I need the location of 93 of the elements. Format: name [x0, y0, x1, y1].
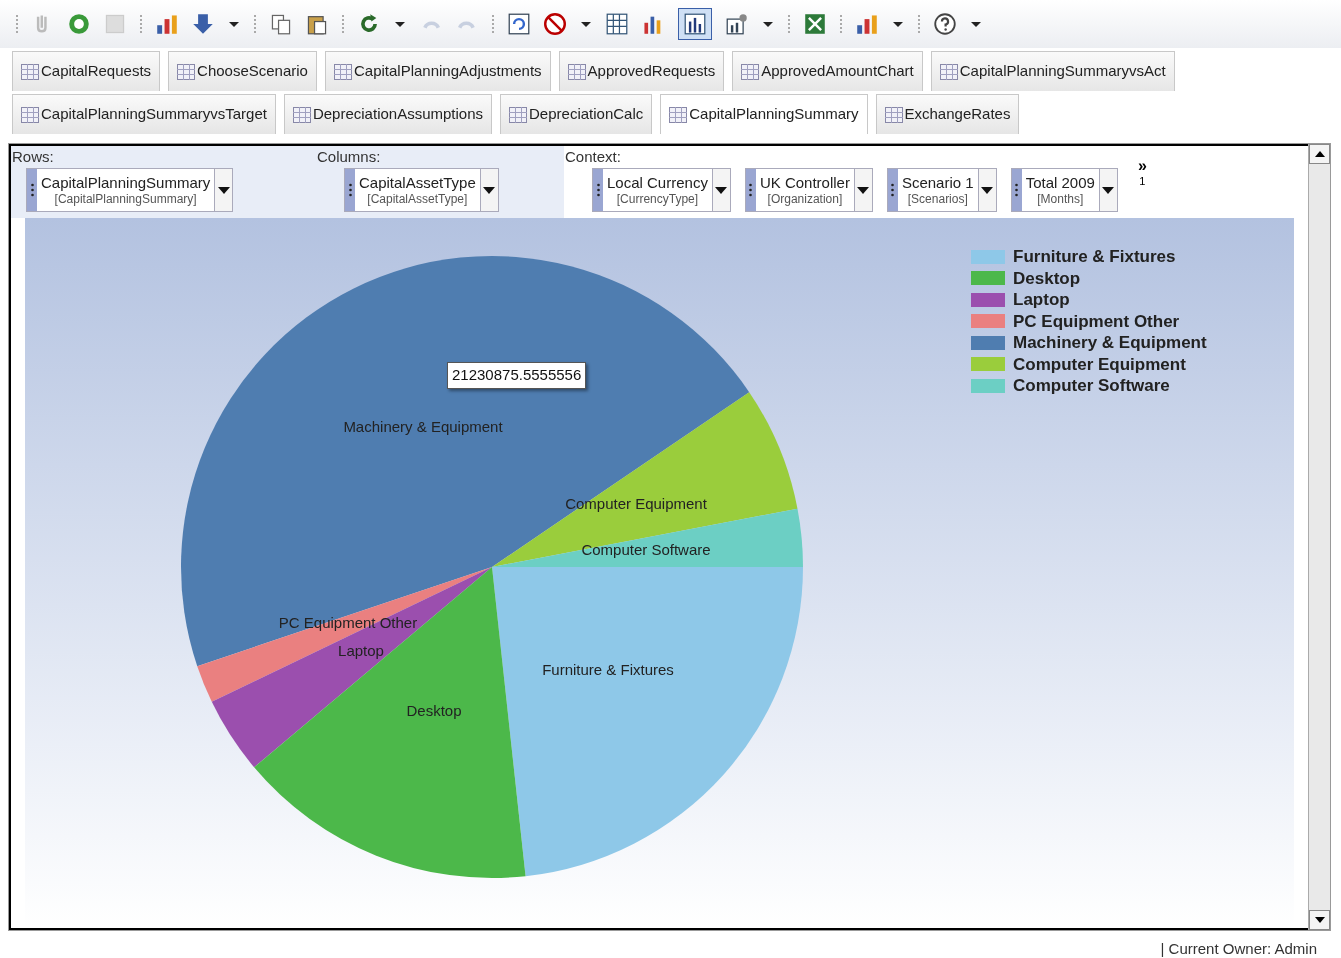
down-arrow-icon[interactable]	[192, 13, 214, 35]
dimension-label: [Organization]	[767, 191, 843, 207]
legend-label: Machinery & Equipment	[1013, 332, 1207, 354]
grip-icon	[30, 183, 34, 197]
table-icon	[884, 106, 903, 123]
dimension-label: [CapitalAssetType]	[367, 191, 468, 207]
scrollbar[interactable]	[1308, 144, 1330, 930]
section-label: Rows:	[12, 148, 54, 166]
no-entry-icon[interactable]	[544, 13, 566, 35]
section-label: Context:	[565, 148, 621, 166]
table-icon	[669, 106, 688, 123]
dimension-name: CapitalPlanningSummary	[41, 173, 211, 192]
table-icon	[939, 63, 958, 80]
table-icon	[509, 106, 528, 123]
pie-slice[interactable]	[211, 567, 492, 768]
legend-label: Computer Software	[1013, 375, 1170, 397]
dimension-chip[interactable]: CapitalPlanningSummary [CapitalPlanningSummary]	[26, 168, 234, 212]
caret-icon	[483, 186, 496, 194]
help-icon[interactable]	[934, 13, 956, 35]
table-icon	[21, 63, 39, 80]
slice-label: Desktop	[406, 701, 462, 719]
tab[interactable]: CapitalPlanningAdjustments	[324, 51, 551, 91]
caret-icon	[1102, 186, 1115, 194]
legend-label: PC Equipment Other	[1013, 310, 1180, 333]
up-arrow-icon	[1314, 151, 1325, 157]
dimension-label: [Months]	[1037, 191, 1084, 207]
value-tooltip: 21230875.5555556	[447, 362, 587, 389]
table-icon	[741, 63, 760, 80]
dimension-name: Scenario 1	[901, 173, 974, 192]
dimension-label: [CurrencyType]	[616, 191, 699, 207]
table-icon	[567, 63, 586, 80]
more-button[interactable]: »	[1137, 158, 1147, 174]
dimension-chip[interactable]: UK Controller [Organization]	[744, 168, 873, 212]
legend-label: Furniture & Fixtures	[1013, 246, 1176, 268]
tab[interactable]: ExchangeRates	[875, 94, 1020, 134]
caret-icon	[715, 186, 728, 194]
current-owner-label: | Current Owner: Admin	[1160, 939, 1317, 958]
grip-icon	[596, 183, 600, 197]
chart-settings-icon[interactable]	[726, 13, 748, 35]
grid-icon[interactable]	[606, 13, 628, 35]
slice-label: Machinery & Equipment	[343, 417, 503, 435]
tab[interactable]: DepreciationCalc	[500, 94, 653, 134]
dimension-chip[interactable]: Local Currency [CurrencyType]	[592, 168, 731, 212]
slice-label: Laptop	[338, 641, 384, 659]
section-label: Columns:	[317, 148, 381, 166]
legend-label: Laptop	[1013, 289, 1070, 311]
tab[interactable]: CapitalPlanningSummary	[660, 94, 868, 134]
chart-icon[interactable]	[156, 13, 178, 35]
bar-chart-view-button[interactable]	[678, 8, 712, 40]
legend-label: Computer Equipment	[1013, 353, 1186, 376]
slice-label: Furniture & Fixtures	[542, 660, 674, 678]
tab[interactable]: DepreciationAssumptions	[283, 94, 493, 134]
dimension-name: Total 2009	[1025, 173, 1095, 192]
copy-icon[interactable]	[270, 13, 292, 35]
spreadsheet-icon[interactable]	[804, 13, 826, 35]
tab[interactable]: CapitalPlanningSummaryvsAct	[930, 51, 1175, 91]
down-arrow-icon	[1314, 917, 1325, 923]
grip-icon	[348, 183, 352, 197]
dimension-label: [CapitalPlanningSummary]	[54, 191, 197, 207]
slice-label: Computer Software	[581, 540, 711, 558]
tab[interactable]: ApprovedAmountChart	[732, 51, 923, 91]
dimension-name: CapitalAssetType	[359, 173, 476, 192]
tab[interactable]: ChooseScenario	[168, 51, 317, 91]
dimension-name: UK Controller	[759, 173, 850, 192]
table-icon	[21, 106, 39, 123]
tab[interactable]: CapitalRequests	[12, 51, 161, 91]
chart-icon[interactable]	[856, 13, 878, 35]
circle-icon[interactable]	[68, 13, 90, 35]
bar-chart-icon	[684, 13, 706, 35]
table-icon	[333, 63, 352, 80]
legend-label: Desktop	[1013, 267, 1081, 290]
tab[interactable]: ApprovedRequests	[558, 51, 725, 91]
caret-icon	[857, 186, 870, 194]
dimension-chip[interactable]: Scenario 1 [Scenarios]	[886, 168, 997, 212]
tab[interactable]: CapitalPlanningSummaryvsTarget	[12, 94, 276, 134]
caret-icon	[981, 186, 994, 194]
caret-icon	[217, 186, 230, 194]
table-icon	[292, 106, 311, 123]
dimension-name: Local Currency	[607, 173, 708, 192]
grip-icon	[1015, 183, 1019, 197]
grip-icon	[749, 183, 753, 197]
scroll-up-button[interactable]	[1309, 144, 1330, 164]
refresh-icon[interactable]	[358, 13, 380, 35]
table-icon	[177, 63, 196, 80]
pie-slice[interactable]	[254, 567, 526, 878]
dimension-chip[interactable]: Total 2009 [Months]	[1010, 168, 1118, 212]
scroll-down-button[interactable]	[1309, 910, 1330, 930]
paste-icon[interactable]	[306, 13, 328, 35]
grip-icon	[891, 183, 895, 197]
dimension-chip[interactable]: CapitalAssetType [CapitalAssetType]	[344, 168, 499, 212]
page-number: 1	[1139, 174, 1146, 188]
dimension-label: [Scenarios]	[907, 191, 968, 207]
table-refresh-icon[interactable]	[508, 13, 530, 35]
